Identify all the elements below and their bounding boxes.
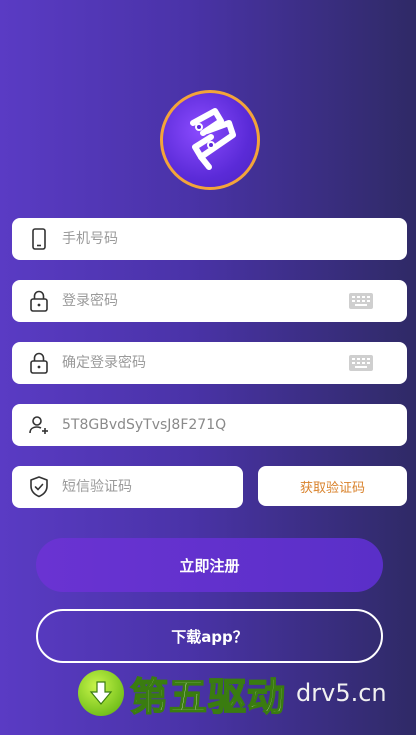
invite-code-input[interactable] <box>62 404 407 446</box>
password-field[interactable] <box>12 280 407 322</box>
download-arrow-icon <box>78 670 124 716</box>
shield-check-icon <box>28 476 50 498</box>
sms-code-input[interactable] <box>62 466 243 508</box>
download-app-button[interactable]: 下载app？ <box>36 609 383 663</box>
logo-mark-icon <box>190 108 236 170</box>
register-button[interactable]: 立即注册 <box>36 538 383 592</box>
keyboard-icon[interactable] <box>349 293 373 309</box>
phone-input[interactable] <box>62 218 407 260</box>
watermark-site: drv5.cn <box>296 679 387 707</box>
lock-icon <box>28 290 50 312</box>
confirm-password-input[interactable] <box>62 342 349 384</box>
phone-icon <box>28 228 50 250</box>
confirm-password-field[interactable] <box>12 342 407 384</box>
password-input[interactable] <box>62 280 349 322</box>
get-code-button[interactable]: 获取验证码 <box>258 466 407 506</box>
app-logo <box>160 90 260 190</box>
invite-code-field[interactable] <box>12 404 407 446</box>
user-plus-icon <box>28 414 50 436</box>
watermark-brand: 第五驱动 <box>129 674 287 720</box>
lock-icon <box>28 352 50 374</box>
phone-field[interactable] <box>12 218 407 260</box>
keyboard-icon[interactable] <box>349 355 373 371</box>
watermark: 第五驱动 drv5.cn <box>78 668 387 720</box>
sms-code-field[interactable] <box>12 466 243 508</box>
